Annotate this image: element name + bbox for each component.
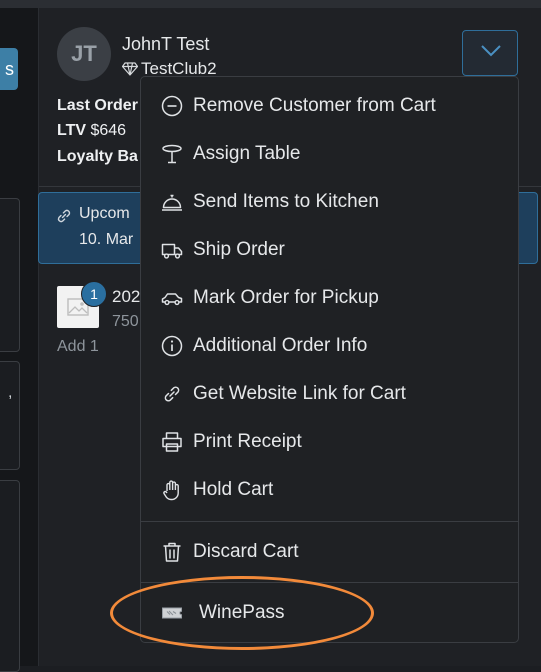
table-icon: [162, 144, 182, 164]
menu-item-assign-table[interactable]: Assign Table: [141, 130, 518, 178]
add-one-link[interactable]: Add 1: [57, 338, 99, 356]
menu-item-winepass[interactable]: WinePass: [141, 589, 518, 637]
item-price: 750: [112, 313, 139, 330]
menu-item-print-receipt[interactable]: Print Receipt: [141, 418, 518, 466]
menu-divider: [141, 521, 518, 522]
menu-item-label: Send Items to Kitchen: [193, 191, 379, 212]
menu-item-label: Ship Order: [193, 239, 285, 260]
minus-circle-icon: [161, 95, 183, 117]
menu-item-discard-cart[interactable]: Discard Cart: [141, 528, 518, 576]
menu-item-hold-cart[interactable]: Hold Cart: [141, 466, 518, 514]
last-order-info: Last Order: [57, 97, 138, 114]
menu-item-label: Hold Cart: [193, 479, 274, 500]
quantity-badge: 1: [81, 281, 107, 307]
left-partial-card: [0, 480, 20, 672]
hand-icon: [163, 480, 179, 501]
left-partial-text: ,: [8, 384, 13, 401]
cart-actions-menu: Remove Customer from Cart Assign Table S…: [140, 76, 519, 643]
menu-item-label: Assign Table: [193, 143, 301, 164]
menu-item-order-info[interactable]: Additional Order Info: [141, 322, 518, 370]
menu-item-label: Print Receipt: [193, 431, 302, 452]
top-bar: [0, 0, 541, 8]
menu-item-label: Discard Cart: [193, 541, 299, 562]
ltv-info: LTV $646: [57, 122, 127, 139]
menu-item-label: Remove Customer from Cart: [193, 95, 436, 116]
trash-icon: [163, 542, 181, 562]
menu-item-website-link[interactable]: Get Website Link for Cart: [141, 370, 518, 418]
left-partial-button[interactable]: s: [0, 48, 18, 90]
left-partial-card: [0, 361, 20, 470]
item-name[interactable]: 202: [112, 287, 140, 307]
actions-dropdown-button[interactable]: [462, 30, 518, 76]
left-partial-card: [0, 198, 20, 352]
menu-item-mark-pickup[interactable]: Mark Order for Pickup: [141, 274, 518, 322]
menu-item-label: WinePass: [199, 602, 285, 623]
menu-item-label: Get Website Link for Cart: [193, 383, 406, 404]
upcoming-date: 10. Mar: [79, 231, 134, 248]
chevron-down-icon: [481, 45, 501, 57]
menu-item-send-to-kitchen[interactable]: Send Items to Kitchen: [141, 178, 518, 226]
menu-divider: [141, 582, 518, 583]
customer-name[interactable]: JohnT Test: [122, 34, 209, 55]
truck-icon: [161, 243, 183, 259]
menu-item-ship-order[interactable]: Ship Order: [141, 226, 518, 274]
info-circle-icon: [161, 335, 183, 357]
left-column: s ,: [0, 8, 39, 672]
ticket-icon: [162, 607, 182, 619]
menu-item-label: Mark Order for Pickup: [193, 287, 379, 308]
loyalty-info: Loyalty Ba: [57, 148, 138, 165]
menu-item-label: Additional Order Info: [193, 335, 368, 356]
car-icon: [161, 293, 183, 306]
printer-icon: [162, 432, 182, 452]
avatar: JT: [57, 27, 111, 81]
menu-item-remove-customer[interactable]: Remove Customer from Cart: [141, 82, 518, 130]
upcoming-title: Upcom: [79, 205, 130, 222]
cloche-icon: [162, 194, 182, 211]
link-icon: [164, 386, 180, 402]
link-icon: [57, 209, 71, 223]
diamond-icon: [121, 62, 139, 76]
